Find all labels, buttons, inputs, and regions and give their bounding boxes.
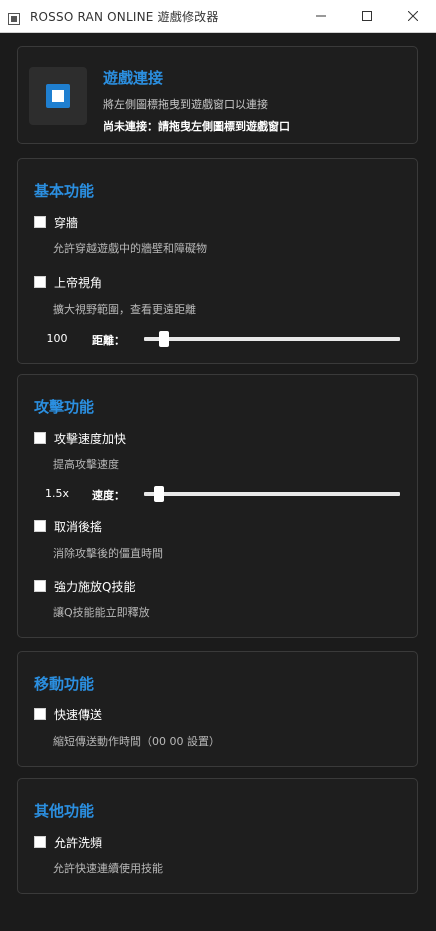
speed-label: 速度：	[92, 489, 125, 502]
fast-teleport-option[interactable]: 快速傳送	[34, 706, 102, 722]
connection-title: 遊戲連接	[103, 69, 164, 87]
cancel-recovery-checkbox[interactable]	[34, 520, 46, 532]
section-title-basic: 基本功能	[34, 182, 95, 200]
section-title-other: 其他功能	[34, 802, 95, 820]
basic-features-card: 基本功能 穿牆 允許穿越遊戲中的牆壁和障礙物 上帝視角 擴大視野範圍，查看更遠距…	[17, 158, 418, 364]
speed-slider-track[interactable]	[144, 492, 400, 496]
section-title-movement: 移動功能	[34, 675, 95, 693]
maximize-icon	[362, 11, 372, 21]
wallhack-description: 允許穿越遊戲中的牆壁和障礙物	[53, 242, 207, 255]
close-icon	[408, 11, 418, 21]
maximize-button[interactable]	[344, 0, 390, 32]
spam-skills-checkbox[interactable]	[34, 836, 46, 848]
distance-slider-track[interactable]	[144, 337, 400, 341]
distance-label: 距離：	[92, 334, 125, 347]
force-q-checkbox[interactable]	[34, 580, 46, 592]
minimize-button[interactable]	[298, 0, 344, 32]
force-q-label: 強力施放Q技能	[54, 579, 136, 594]
attack-features-card: 攻擊功能 攻擊速度加快 提高攻擊速度 1.5x 速度： 取消後搖 消除攻擊後的僵…	[17, 374, 418, 638]
window-title: ROSSO RAN ONLINE 遊戲修改器	[30, 10, 219, 24]
connection-status: 尚未連接：請拖曳左側圖標到遊戲窗口	[103, 120, 290, 133]
wallhack-option[interactable]: 穿牆	[34, 214, 78, 230]
force-q-option[interactable]: 強力施放Q技能	[34, 578, 135, 594]
fast-teleport-label: 快速傳送	[54, 707, 103, 722]
attack-speed-option[interactable]: 攻擊速度加快	[34, 430, 126, 446]
cancel-recovery-label: 取消後搖	[54, 519, 103, 534]
spam-skills-label: 允許洗頻	[54, 835, 103, 850]
force-q-description: 讓Q技能能立即釋放	[53, 606, 150, 619]
cancel-recovery-description: 消除攻擊後的僵直時間	[53, 547, 163, 560]
distance-value: 100	[46, 332, 68, 345]
godview-option[interactable]: 上帝視角	[34, 274, 102, 290]
godview-label: 上帝視角	[54, 275, 103, 290]
connection-card: 遊戲連接 將左側圖標拖曳到遊戲窗口以連接 尚未連接：請拖曳左側圖標到遊戲窗口	[17, 46, 418, 144]
other-features-card: 其他功能 允許洗頻 允許快速連續使用技能	[17, 778, 418, 894]
section-title-attack: 攻擊功能	[34, 398, 95, 416]
app-icon	[8, 10, 20, 25]
attack-speed-label: 攻擊速度加快	[54, 431, 127, 446]
drag-target-icon[interactable]	[29, 67, 87, 125]
spam-skills-option[interactable]: 允許洗頻	[34, 834, 102, 850]
godview-checkbox[interactable]	[34, 276, 46, 288]
movement-features-card: 移動功能 快速傳送 縮短傳送動作時間（00 00 設置）	[17, 651, 418, 767]
wallhack-label: 穿牆	[54, 215, 79, 230]
fast-teleport-checkbox[interactable]	[34, 708, 46, 720]
attack-speed-description: 提高攻擊速度	[53, 458, 119, 471]
target-square-icon	[46, 84, 70, 108]
minimize-icon	[316, 11, 326, 21]
cancel-recovery-option[interactable]: 取消後搖	[34, 518, 102, 534]
fast-teleport-description: 縮短傳送動作時間（00 00 設置）	[53, 735, 220, 748]
close-button[interactable]	[390, 0, 436, 32]
attack-speed-checkbox[interactable]	[34, 432, 46, 444]
title-bar: ROSSO RAN ONLINE 遊戲修改器	[0, 0, 436, 33]
spam-skills-description: 允許快速連續使用技能	[53, 862, 163, 875]
speed-value: 1.5x	[44, 487, 69, 500]
distance-slider-thumb[interactable]	[159, 331, 170, 347]
wallhack-checkbox[interactable]	[34, 216, 46, 228]
godview-description: 擴大視野範圍，查看更遠距離	[53, 303, 196, 316]
connection-description: 將左側圖標拖曳到遊戲窗口以連接	[103, 98, 268, 111]
speed-slider-thumb[interactable]	[154, 486, 165, 502]
